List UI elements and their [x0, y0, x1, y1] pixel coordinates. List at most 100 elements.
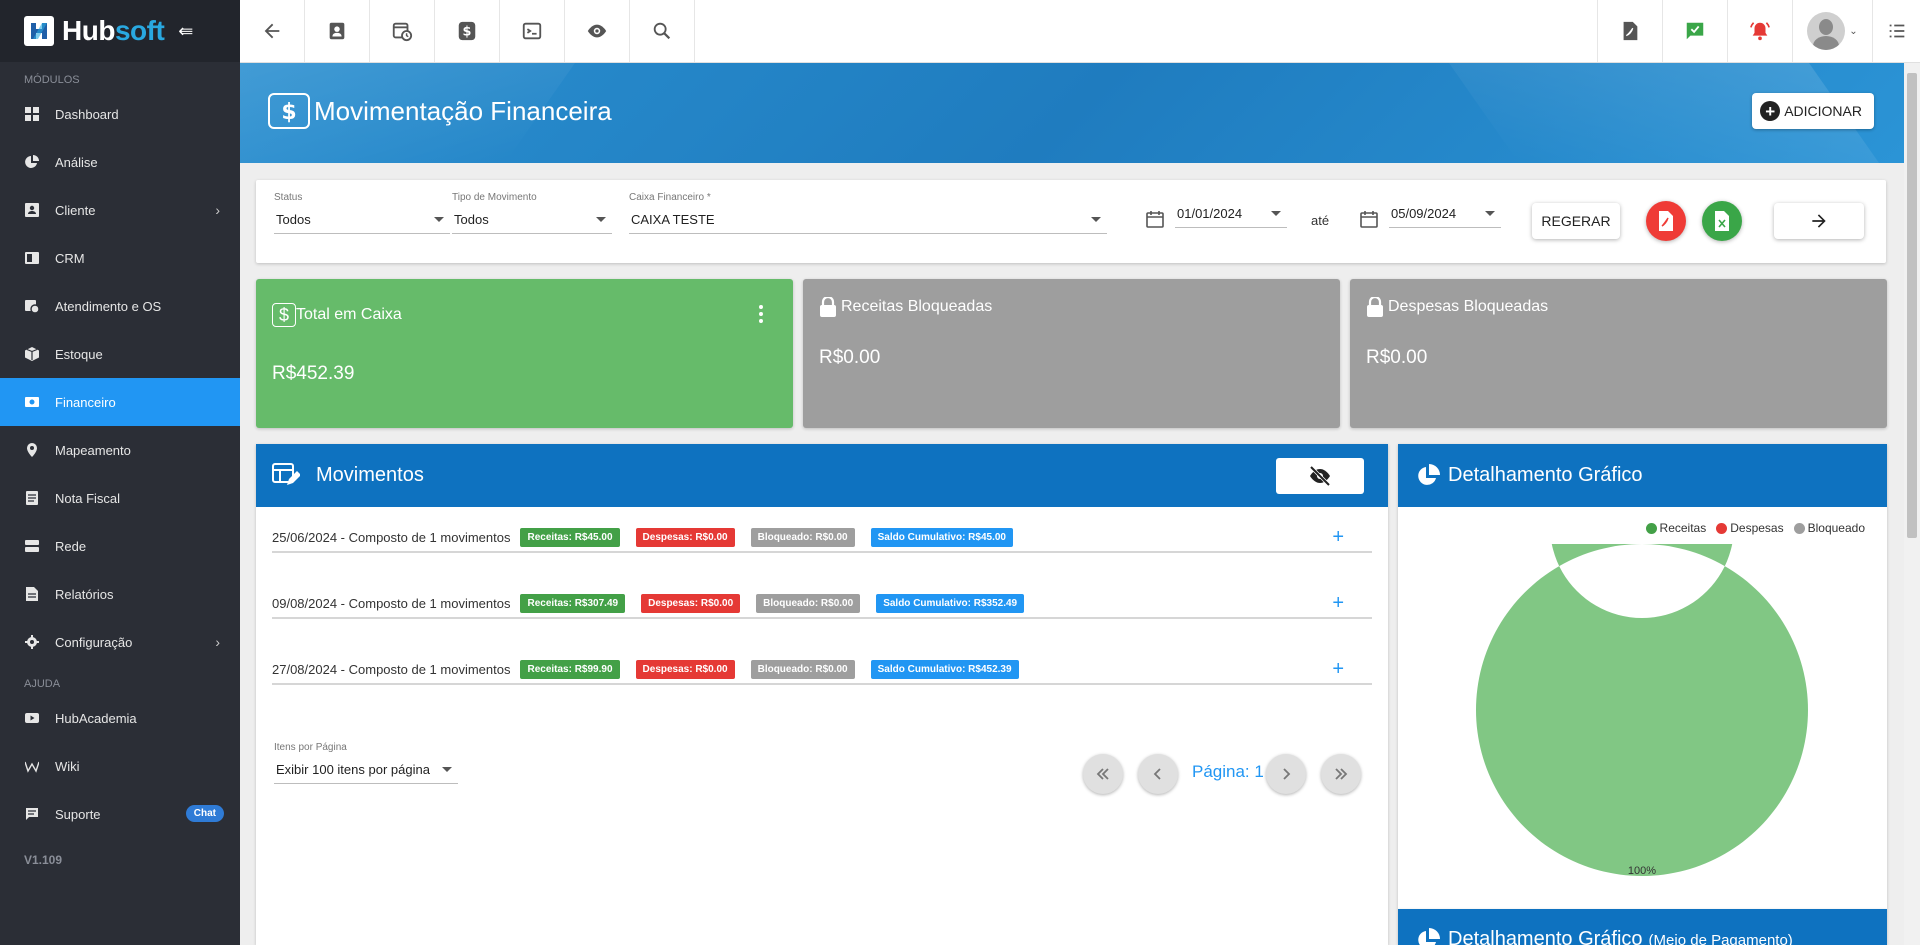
user-menu[interactable]: ⌄ — [1792, 0, 1872, 62]
sidebar-item-relatorios[interactable]: Relatórios — [0, 570, 240, 618]
menu-list-button[interactable] — [1872, 0, 1920, 62]
sidebar-item-financeiro[interactable]: Financeiro — [0, 378, 240, 426]
movimento-row[interactable]: 09/08/2024 - Composto de 1 movimentos Re… — [272, 589, 1372, 619]
dollar-icon: $ — [272, 303, 296, 327]
sidebar-item-atendimento[interactable]: Atendimento e OS — [0, 282, 240, 330]
movimento-row[interactable]: 25/06/2024 - Composto de 1 movimentos Re… — [272, 523, 1372, 553]
card-despesas-bloqueadas: Despesas Bloqueadas R$0.00 — [1350, 279, 1887, 428]
eye-icon — [587, 24, 607, 38]
sidebar-item-cliente[interactable]: Cliente › — [0, 186, 240, 234]
export-pdf-button[interactable] — [1646, 201, 1686, 241]
per-page-select[interactable]: Itens por Página Exibir 100 itens por pá… — [274, 742, 458, 784]
sidebar-item-estoque[interactable]: Estoque — [0, 330, 240, 378]
finance-button[interactable]: $ — [435, 0, 500, 62]
next-page-button[interactable] — [1266, 754, 1306, 794]
tipo-movimento-select[interactable]: Tipo de Movimento Todos — [452, 192, 612, 234]
legend-item[interactable]: Receitas — [1645, 521, 1706, 535]
scrollbar-thumb[interactable] — [1907, 73, 1917, 538]
box-icon — [24, 347, 39, 362]
pie-chart-icon — [1418, 928, 1440, 945]
double-chevron-right-icon — [1335, 768, 1348, 780]
money-icon: $ — [268, 93, 310, 129]
server-icon — [24, 539, 39, 554]
legend-item[interactable]: Bloqueado — [1793, 521, 1865, 535]
calendar-clock-icon — [24, 299, 39, 314]
chevron-right-icon — [1283, 768, 1291, 780]
sidebar-item-label: Dashboard — [55, 106, 119, 122]
apply-filter-button[interactable] — [1774, 203, 1864, 239]
expand-plus-icon[interactable]: + — [1332, 527, 1344, 547]
status-select[interactable]: Status Todos — [274, 192, 450, 234]
expand-plus-icon[interactable]: + — [1332, 593, 1344, 613]
scrollbar[interactable] — [1904, 63, 1920, 945]
bloqueado-tag: Bloqueado: R$0.00 — [750, 527, 855, 547]
receitas-tag: Receitas: R$45.00 — [520, 527, 620, 547]
list-menu-icon — [1889, 24, 1904, 38]
caixa-financeiro-select[interactable]: Caixa Financeiro * CAIXA TESTE — [629, 192, 1107, 234]
legend-item[interactable]: Despesas — [1716, 521, 1784, 535]
calendar-icon[interactable] — [1146, 210, 1164, 228]
sidebar-item-suporte[interactable]: Suporte Chat — [0, 790, 240, 838]
page-title-text: Movimentação Financeira — [314, 95, 612, 126]
sidebar-item-dashboard[interactable]: Dashboard — [0, 90, 240, 138]
messages-button[interactable] — [1662, 0, 1727, 62]
movimentos-title: Movimentos — [316, 464, 424, 486]
lock-icon — [820, 297, 836, 317]
wikipedia-icon — [24, 759, 39, 774]
first-page-button[interactable] — [1083, 754, 1123, 794]
movimento-row[interactable]: 27/08/2024 - Composto de 1 movimentos Re… — [272, 655, 1372, 685]
toggle-visibility-button[interactable] — [1276, 458, 1364, 494]
more-options-icon[interactable] — [759, 305, 763, 323]
expand-plus-icon[interactable]: + — [1332, 659, 1344, 679]
sidebar-item-label: HubAcademia — [55, 710, 137, 726]
sidebar-item-hubacademia[interactable]: HubAcademia — [0, 694, 240, 742]
grafico-title: Detalhamento Gráfico — [1448, 928, 1643, 945]
date-from-input[interactable]: 01/01/2024 — [1175, 200, 1287, 228]
sidebar-item-wiki[interactable]: Wiki — [0, 742, 240, 790]
card-value: R$0.00 — [1366, 347, 1428, 368]
sidebar-item-configuracao[interactable]: Configuração › — [0, 618, 240, 666]
sidebar-item-analise[interactable]: Análise — [0, 138, 240, 186]
calendar-icon[interactable] — [1360, 210, 1378, 228]
grafico-title: Detalhamento Gráfico — [1448, 464, 1643, 486]
prev-page-button[interactable] — [1138, 754, 1178, 794]
export-excel-button[interactable] — [1702, 201, 1742, 241]
add-button[interactable]: + ADICIONAR — [1752, 93, 1874, 129]
sidebar-item-label: Nota Fiscal — [55, 490, 121, 506]
sidebar-item-rede[interactable]: Rede — [0, 522, 240, 570]
bell-alert-icon — [1750, 22, 1770, 41]
search-button[interactable] — [630, 0, 695, 62]
receitas-tag: Receitas: R$307.49 — [520, 593, 626, 613]
caret-down-icon — [434, 217, 444, 222]
sidebar-item-mapeamento[interactable]: Mapeamento — [0, 426, 240, 474]
page-header: $ Movimentação Financeira + ADICIONAR — [240, 63, 1904, 163]
arrow-right-icon — [1812, 214, 1826, 228]
bloqueado-tag: Bloqueado: R$0.00 — [750, 659, 855, 679]
schedule-button[interactable] — [370, 0, 435, 62]
chat-badge[interactable]: Chat — [185, 805, 224, 822]
report-icon — [24, 587, 39, 602]
sidebar-item-label: Estoque — [55, 346, 103, 362]
pdf-button[interactable] — [1597, 0, 1662, 62]
terminal-button[interactable] — [500, 0, 565, 62]
collapse-menu-icon[interactable]: ⇚ — [178, 21, 193, 42]
clients-button[interactable] — [305, 0, 370, 62]
alerts-button[interactable] — [1727, 0, 1792, 62]
date-to-input[interactable]: 05/09/2024 — [1389, 200, 1501, 228]
caret-down-icon — [1271, 211, 1281, 216]
regerar-button[interactable]: REGERAR — [1532, 203, 1620, 239]
last-page-button[interactable] — [1321, 754, 1361, 794]
terminal-icon — [522, 22, 542, 40]
table-edit-icon — [272, 462, 300, 485]
hubsoft-logo-icon[interactable] — [24, 16, 54, 46]
youtube-icon — [24, 711, 39, 726]
search-icon — [653, 22, 671, 40]
grafico-panel: Detalhamento Gráfico Receitas Despesas B… — [1398, 444, 1887, 909]
view-button[interactable] — [565, 0, 630, 62]
back-button[interactable] — [240, 0, 305, 62]
sidebar-item-nota-fiscal[interactable]: Nota Fiscal — [0, 474, 240, 522]
filters-bar: Status Todos Tipo de Movimento Todos Cai… — [256, 180, 1886, 263]
sidebar-item-crm[interactable]: CRM — [0, 234, 240, 282]
brand-name: Hubsoft — [62, 15, 165, 46]
receitas-tag: Receitas: R$99.90 — [520, 659, 620, 679]
